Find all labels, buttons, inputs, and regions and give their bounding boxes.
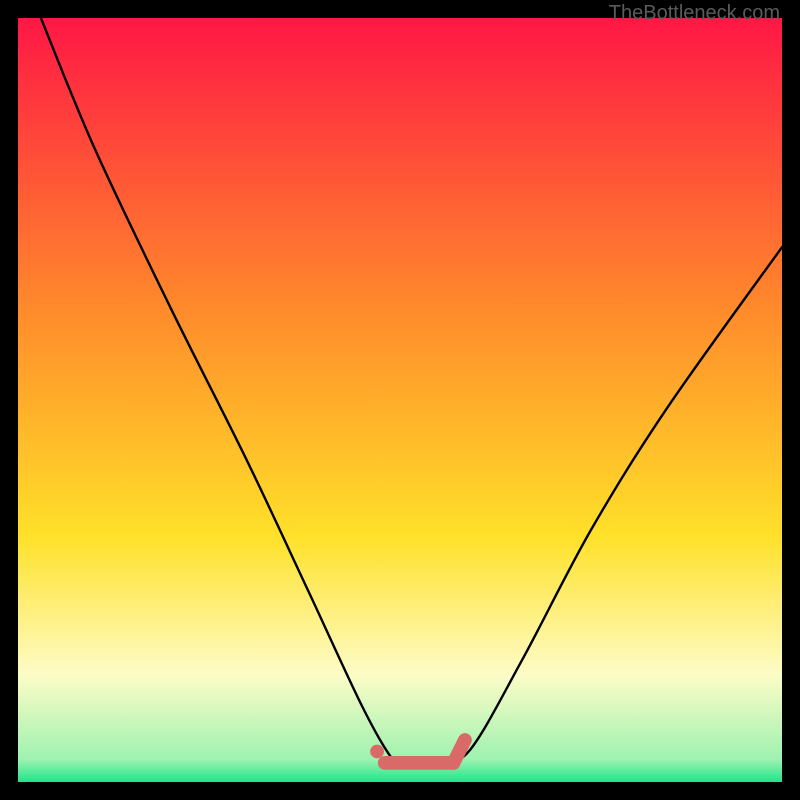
gradient-background [18, 18, 782, 782]
bottleneck-chart [18, 18, 782, 782]
plot-area [18, 18, 782, 782]
valley-left-dot [370, 745, 384, 759]
watermark-label: TheBottleneck.com [609, 2, 780, 25]
